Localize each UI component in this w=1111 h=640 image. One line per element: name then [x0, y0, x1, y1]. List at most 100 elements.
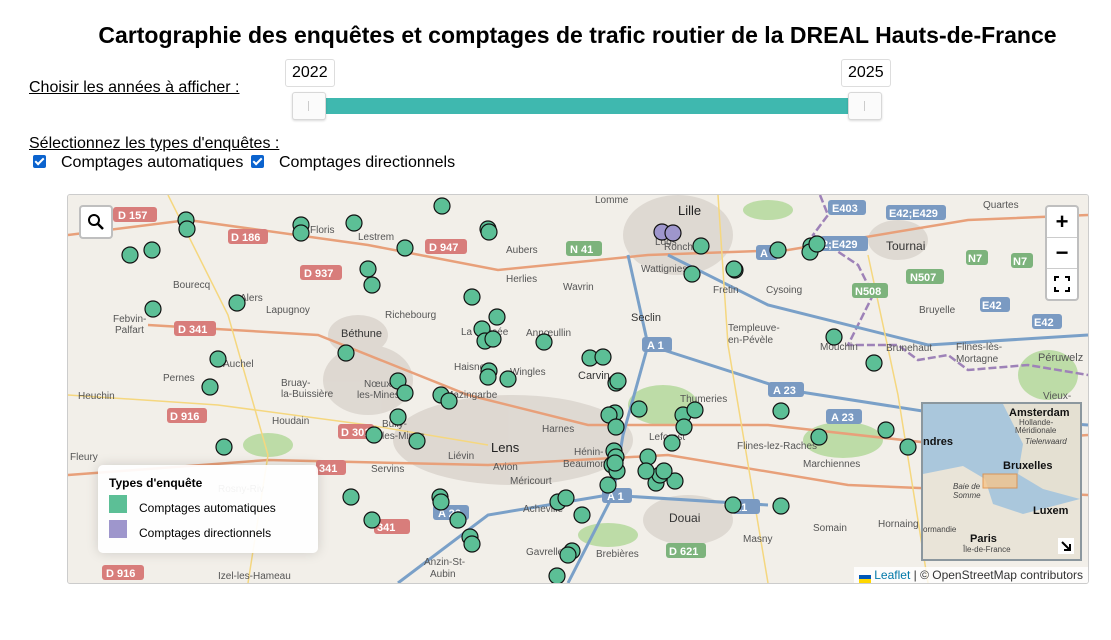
- marker-comptage-automatique[interactable]: [389, 408, 407, 426]
- marker-comptage-automatique[interactable]: [865, 354, 883, 372]
- search-control[interactable]: [79, 205, 113, 239]
- svg-text:Paris: Paris: [970, 533, 997, 545]
- svg-text:Avion: Avion: [493, 462, 518, 473]
- slider-handle-min[interactable]: [292, 92, 326, 120]
- marker-comptage-automatique[interactable]: [363, 276, 381, 294]
- marker-comptage-automatique[interactable]: [599, 476, 617, 494]
- svg-text:Templeuve-: Templeuve-: [728, 323, 780, 334]
- marker-comptage-automatique[interactable]: [201, 378, 219, 396]
- marker-comptage-automatique[interactable]: [825, 328, 843, 346]
- marker-comptage-automatique[interactable]: [630, 400, 648, 418]
- marker-comptage-automatique[interactable]: [663, 434, 681, 452]
- marker-comptage-automatique[interactable]: [692, 237, 710, 255]
- marker-comptage-automatique[interactable]: [559, 546, 577, 564]
- svg-text:N508: N508: [855, 286, 881, 298]
- marker-comptage-automatique[interactable]: [557, 489, 575, 507]
- checkbox-comptages-automatiques[interactable]: [33, 155, 46, 168]
- map-container[interactable]: D 157 D 186 D 947 N 41 D 937 D 341 A 1 A…: [67, 194, 1089, 584]
- zoom-out-button[interactable]: −: [1047, 238, 1077, 269]
- marker-comptage-automatique[interactable]: [480, 223, 498, 241]
- marker-comptage-automatique[interactable]: [877, 421, 895, 439]
- marker-comptage-automatique[interactable]: [121, 246, 139, 264]
- svg-text:Flines-lès-: Flines-lès-: [956, 342, 1002, 353]
- marker-comptage-automatique[interactable]: [810, 428, 828, 446]
- marker-comptage-automatique[interactable]: [686, 401, 704, 419]
- marker-comptage-automatique[interactable]: [573, 506, 591, 524]
- svg-text:Fretin: Fretin: [713, 285, 739, 296]
- marker-comptage-automatique[interactable]: [363, 511, 381, 529]
- fullscreen-icon[interactable]: [1047, 269, 1077, 299]
- marker-comptage-automatique[interactable]: [594, 348, 612, 366]
- marker-comptage-automatique[interactable]: [228, 294, 246, 312]
- marker-comptage-automatique[interactable]: [499, 370, 517, 388]
- marker-comptage-automatique[interactable]: [488, 308, 506, 326]
- svg-text:en-Pévèle: en-Pévèle: [728, 335, 773, 346]
- svg-text:Béthune: Béthune: [341, 328, 382, 340]
- marker-comptage-automatique[interactable]: [440, 392, 458, 410]
- marker-comptage-automatique[interactable]: [463, 288, 481, 306]
- marker-comptage-automatique[interactable]: [675, 418, 693, 436]
- marker-comptage-automatique[interactable]: [683, 265, 701, 283]
- svg-text:Méridionale: Méridionale: [1015, 426, 1057, 435]
- svg-text:E42: E42: [1034, 317, 1054, 329]
- slider-selected-range: [308, 98, 865, 114]
- zoom-control[interactable]: + −: [1045, 205, 1079, 301]
- svg-text:D 341: D 341: [178, 324, 207, 336]
- marker-comptage-automatique[interactable]: [396, 239, 414, 257]
- marker-comptage-automatique[interactable]: [408, 432, 426, 450]
- svg-text:Brebières: Brebières: [596, 549, 639, 560]
- marker-comptage-automatique[interactable]: [609, 372, 627, 390]
- years-range-slider[interactable]: [292, 92, 882, 120]
- page-title: Cartographie des enquêtes et comptages d…: [98, 22, 1057, 48]
- marker-comptage-automatique[interactable]: [463, 535, 481, 553]
- marker-comptage-automatique[interactable]: [808, 235, 826, 253]
- minimap[interactable]: Amsterdam ndres Bruxelles Luxem Paris Ho…: [921, 402, 1082, 561]
- legend-swatch-automatiques: [109, 495, 127, 513]
- marker-comptage-automatique[interactable]: [772, 402, 790, 420]
- marker-comptage-automatique[interactable]: [432, 493, 450, 511]
- marker-comptage-automatique[interactable]: [535, 333, 553, 351]
- marker-comptage-automatique[interactable]: [292, 224, 310, 242]
- marker-comptage-automatique[interactable]: [144, 300, 162, 318]
- marker-comptage-automatique[interactable]: [606, 454, 624, 472]
- checkbox-comptages-directionnels[interactable]: [251, 155, 264, 168]
- svg-text:Luxem: Luxem: [1033, 505, 1069, 517]
- slider-handle-max[interactable]: [848, 92, 882, 120]
- svg-text:Izel-les-Hameau: Izel-les-Hameau: [218, 571, 291, 582]
- svg-text:A 23: A 23: [831, 412, 854, 424]
- marker-comptage-automatique[interactable]: [359, 260, 377, 278]
- marker-comptage-automatique[interactable]: [769, 241, 787, 259]
- marker-comptage-automatique[interactable]: [215, 438, 233, 456]
- marker-comptage-automatique[interactable]: [449, 511, 467, 529]
- marker-comptage-automatique[interactable]: [607, 418, 625, 436]
- marker-comptage-automatique[interactable]: [337, 344, 355, 362]
- svg-text:D 937: D 937: [304, 268, 333, 280]
- marker-comptage-automatique[interactable]: [637, 462, 655, 480]
- marker-comptage-automatique[interactable]: [548, 567, 566, 583]
- svg-text:Pernes: Pernes: [163, 373, 195, 384]
- zoom-in-button[interactable]: +: [1047, 207, 1077, 238]
- marker-comptage-automatique[interactable]: [479, 368, 497, 386]
- marker-comptage-automatique[interactable]: [655, 462, 673, 480]
- marker-comptage-automatique[interactable]: [178, 220, 196, 238]
- marker-comptage-automatique[interactable]: [484, 330, 502, 348]
- marker-comptage-automatique[interactable]: [365, 426, 383, 444]
- marker-comptage-automatique[interactable]: [899, 438, 917, 456]
- marker-comptage-automatique[interactable]: [639, 448, 657, 466]
- marker-comptage-automatique[interactable]: [143, 241, 161, 259]
- marker-comptage-automatique[interactable]: [342, 488, 360, 506]
- marker-comptage-automatique[interactable]: [396, 384, 414, 402]
- marker-comptage-automatique[interactable]: [345, 214, 363, 232]
- marker-comptage-directionnel[interactable]: [664, 224, 682, 242]
- marker-comptage-automatique[interactable]: [724, 496, 742, 514]
- leaflet-link[interactable]: Leaflet: [874, 568, 910, 582]
- marker-comptage-automatique[interactable]: [725, 260, 743, 278]
- marker-comptage-automatique[interactable]: [772, 497, 790, 515]
- magnifier-icon[interactable]: [81, 207, 111, 237]
- svg-text:Palfart: Palfart: [115, 325, 144, 336]
- marker-comptage-automatique[interactable]: [433, 197, 451, 215]
- years-label: Choisir les années à afficher :: [29, 79, 240, 96]
- svg-text:Douai: Douai: [669, 511, 700, 525]
- svg-text:Beaumont: Beaumont: [563, 459, 609, 470]
- marker-comptage-automatique[interactable]: [209, 350, 227, 368]
